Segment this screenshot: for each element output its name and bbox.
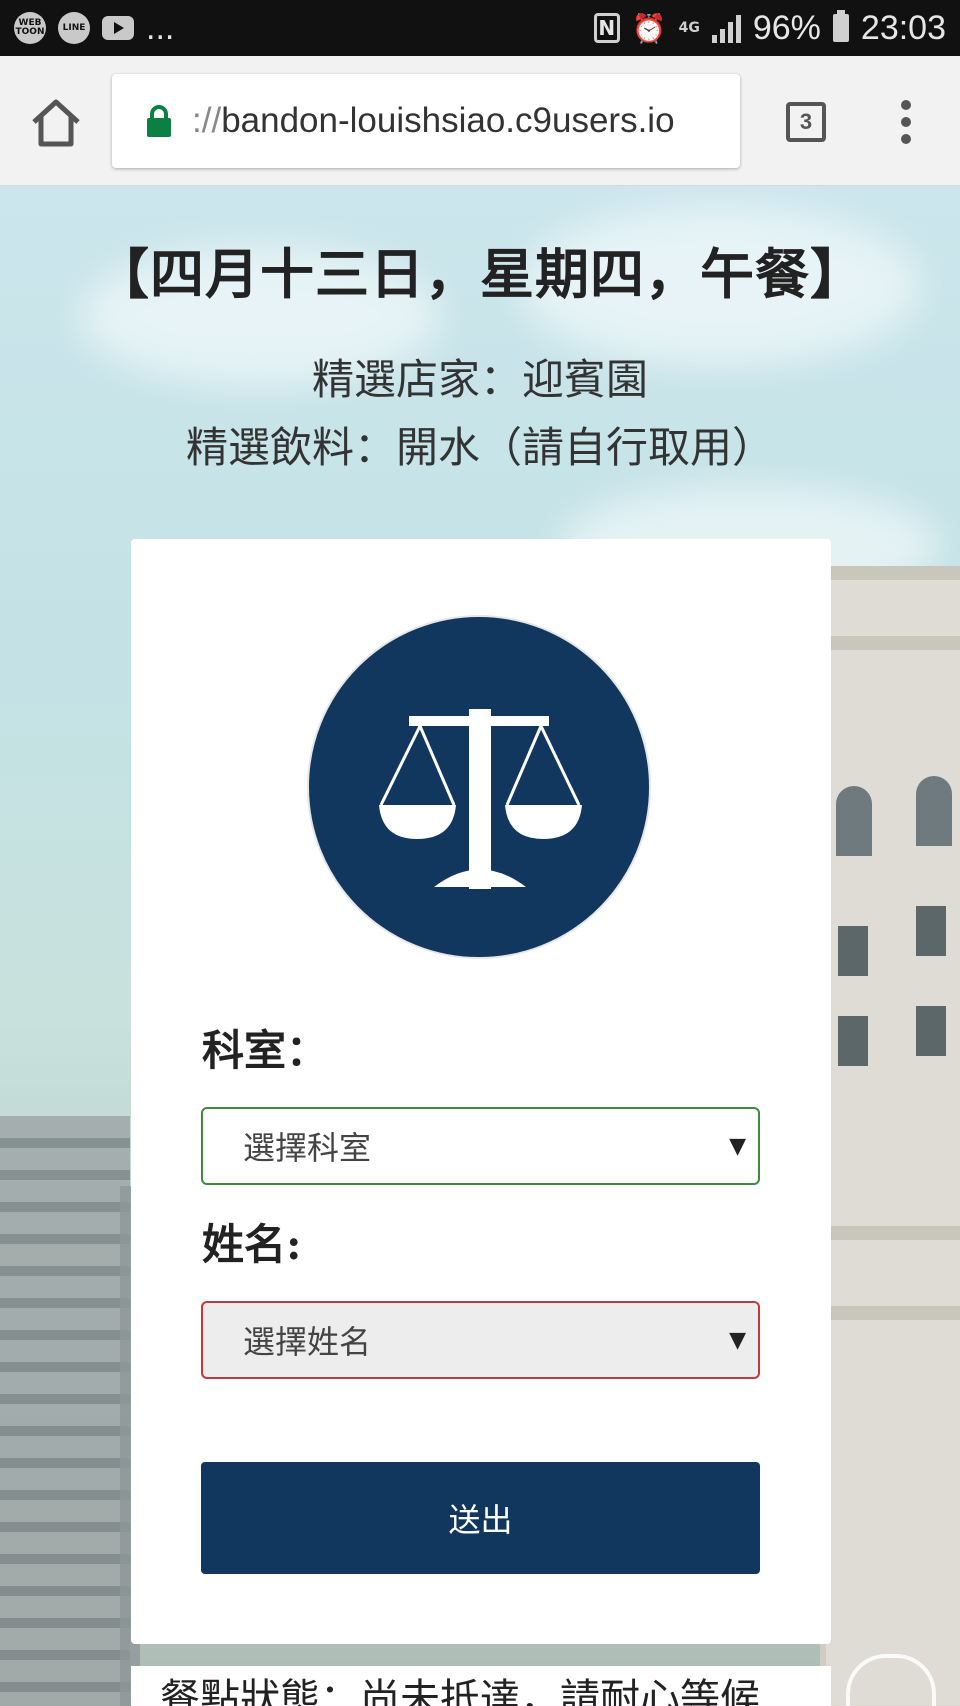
home-button[interactable]	[28, 94, 84, 150]
building-cornice	[826, 636, 960, 650]
scales-of-justice-icon	[379, 709, 582, 889]
submit-button[interactable]: 送出	[201, 1462, 760, 1574]
department-label: 科室：	[202, 1026, 329, 1075]
name-label: 姓名:	[202, 1220, 302, 1269]
menu-dot	[901, 134, 911, 144]
url-host: bandon-louishsiao.c9users.io	[221, 101, 675, 140]
building-cornice	[826, 566, 960, 580]
network-type: 4G	[678, 20, 700, 36]
department-select-value: 選擇科室	[243, 1129, 372, 1167]
meal-status: 餐點狀態：尚未抵達，請耐心等候	[160, 1676, 760, 1706]
more-notifications: ...	[146, 8, 175, 47]
url-scheme: ://	[192, 101, 222, 140]
building-right	[820, 566, 960, 1706]
alarm-icon: ⏰	[631, 11, 667, 45]
featured-drink: 精選飲料：開水（請自行取用）	[185, 423, 774, 472]
clock: 23:03	[860, 8, 946, 47]
url-text: ://bandon-louishsiao.c9users.io	[192, 101, 675, 141]
webtoon-icon: WEB TOON	[14, 12, 46, 44]
lock-icon	[147, 105, 171, 137]
featured-store: 精選店家：迎賓園	[311, 355, 648, 404]
building-window	[836, 786, 872, 856]
building-left	[0, 1116, 130, 1706]
building-window	[916, 1006, 946, 1056]
browser-toolbar: ://bandon-louishsiao.c9users.io 3	[0, 56, 960, 186]
youtube-icon	[102, 16, 134, 40]
line-icon: LINE	[58, 12, 90, 44]
more-menu-button[interactable]	[892, 100, 920, 144]
menu-dot	[901, 100, 911, 110]
home-icon	[32, 99, 80, 147]
dropdown-arrow-icon: ▼	[729, 1133, 746, 1159]
battery-icon	[832, 10, 849, 42]
nfc-icon: N	[593, 13, 620, 43]
building-window	[838, 926, 868, 976]
dropdown-arrow-icon: ▼	[729, 1327, 746, 1353]
menu-dot	[901, 117, 911, 127]
tab-switcher-button[interactable]: 3	[786, 102, 826, 142]
page-background: 【四月十三日，星期四，午餐】 精選店家：迎賓園 精選飲料：開水（請自行取用） 科…	[0, 186, 960, 1706]
name-select-value: 選擇姓名	[243, 1323, 372, 1361]
building-cornice	[826, 1306, 960, 1320]
logo	[307, 615, 651, 959]
building-window	[916, 906, 946, 956]
address-bar[interactable]: ://bandon-louishsiao.c9users.io	[112, 74, 740, 168]
department-select[interactable]: 選擇科室 ▼	[201, 1107, 760, 1185]
order-form-card: 科室： 選擇科室 ▼ 姓名: 選擇姓名 ▼ 送出	[131, 539, 831, 1644]
building-cornice	[826, 1226, 960, 1240]
name-select[interactable]: 選擇姓名 ▼	[201, 1301, 760, 1379]
signal-icon	[711, 13, 741, 43]
status-bar: WEB TOON LINE ... N ⏰ 4G 96% 23:03	[0, 0, 960, 56]
building-window	[838, 1016, 868, 1066]
building-window	[916, 776, 952, 846]
page-title: 【四月十三日，星期四，午餐】	[95, 242, 865, 306]
battery-percent: 96%	[752, 8, 821, 47]
notification-icons: WEB TOON LINE ...	[14, 9, 174, 48]
system-indicators: N ⏰ 4G 96% 23:03	[593, 8, 946, 48]
